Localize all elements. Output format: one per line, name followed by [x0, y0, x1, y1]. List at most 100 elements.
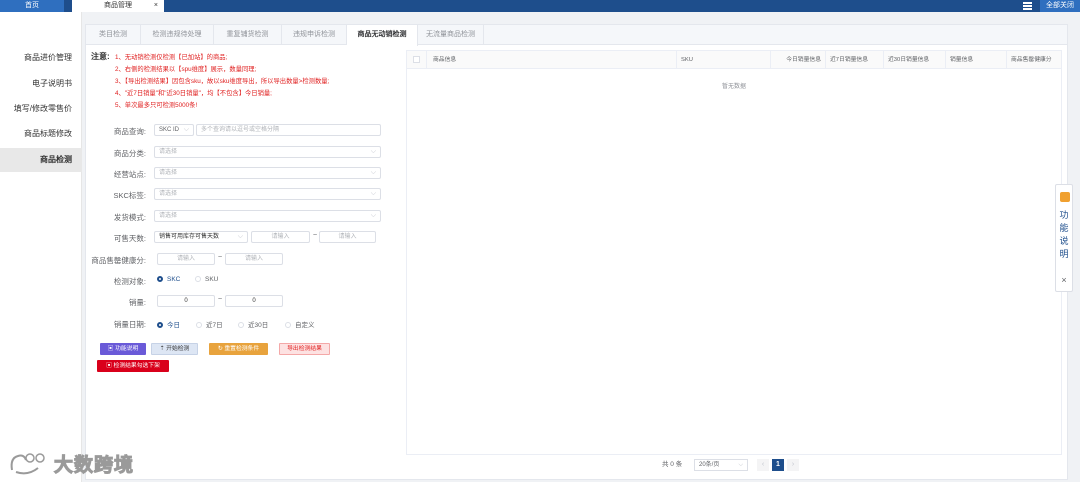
health-max-input[interactable]: 请输入 — [225, 253, 283, 265]
help-button-label: 功能说明 — [115, 346, 139, 352]
sidebar-item-purchase-price[interactable]: 商品进价管理 — [0, 46, 82, 70]
prev-page-button[interactable]: ‹ — [757, 459, 769, 471]
help-icon: ▣ — [107, 346, 114, 352]
site-placeholder: 请选择 — [159, 170, 178, 176]
next-page-button[interactable]: › — [787, 459, 799, 471]
radio-sku-label: SKU — [205, 276, 219, 283]
sales-max-input[interactable]: 0 — [225, 295, 283, 307]
help-button[interactable]: ▣ 功能说明 — [100, 343, 146, 355]
col-health-score: 商品售罄健康分 — [1011, 57, 1052, 63]
page-1-button[interactable]: 1 — [772, 459, 784, 471]
category-label: 商品分类: — [113, 149, 146, 158]
start-icon: ⇡ — [159, 346, 165, 352]
watermark: 大数跨境 — [8, 450, 134, 477]
note-2: 2、右侧的检测结果以【spu维度】展示，数量同理; — [115, 66, 257, 73]
reset-button[interactable]: ↻ 重置检测条件 — [209, 343, 268, 355]
radio-7d[interactable]: 近7日 — [196, 319, 223, 329]
close-icon[interactable]: × — [1056, 275, 1072, 285]
tab-no-traffic-check[interactable]: 无流量商品检测 — [418, 25, 484, 45]
radio-today[interactable]: 今日 — [157, 319, 180, 329]
radio-30d-label: 近30日 — [248, 322, 269, 329]
ship-mode-select[interactable]: 请选择 ⌵ — [154, 210, 381, 222]
top-bar: 首页 商品管理 × 全部关闭 — [0, 0, 1080, 12]
main-panel: 类目检测 检测违规待处理 重复铺货检测 违规申诉检测 商品无动销检测 无流量商品… — [85, 24, 1068, 480]
watermark-text: 大数跨境 — [53, 455, 135, 477]
site-label: 经营站点: — [113, 170, 146, 179]
sidebar-item-retail-price[interactable]: 填写/修改零售价 — [0, 97, 82, 121]
list-icon[interactable] — [1023, 2, 1032, 10]
days-min-input[interactable]: 请输入 — [251, 231, 310, 243]
date-label: 销量日期: — [113, 320, 146, 329]
days-max-input[interactable]: 请输入 — [319, 231, 376, 243]
close-tab-icon[interactable]: × — [154, 0, 158, 12]
select-all-cell — [407, 51, 427, 69]
radio-skc-label: SKC — [167, 276, 181, 283]
radio-dot — [195, 276, 201, 282]
col-30d-sales: 近30日销量信息 — [884, 51, 946, 69]
category-select[interactable]: 请选择 ⌵ — [154, 146, 381, 158]
days-type-select[interactable]: 销售可用库存可售天数 ⌵ — [154, 231, 248, 243]
category-placeholder: 请选择 — [159, 149, 178, 155]
col-product-info: 商品信息 — [427, 51, 677, 69]
tab-no-sales-check[interactable]: 商品无动销检测 — [347, 25, 418, 46]
chevron-down-icon: ⌵ — [370, 190, 376, 197]
radio-30d[interactable]: 近30日 — [238, 319, 268, 329]
delist-selected-button-label: 检测结果勾选下架 — [113, 363, 160, 369]
empty-state: 暂无数据 — [721, 84, 746, 90]
select-all-checkbox[interactable] — [413, 56, 420, 63]
chevron-down-icon: ⌵ — [370, 212, 376, 219]
tab-duplicate-listing[interactable]: 重复铺货检测 — [214, 25, 282, 45]
page-size-select[interactable]: 20条/页 ⌵ — [694, 459, 748, 471]
help-panel[interactable]: 功能说明 × — [1055, 184, 1073, 292]
health-min-input[interactable]: 请输入 — [157, 253, 215, 265]
radio-custom-label: 自定义 — [295, 322, 315, 329]
chevron-down-icon: ⌵ — [738, 462, 743, 468]
col-sku: SKU — [677, 51, 771, 69]
tab-appeal-check[interactable]: 违规申诉检测 — [282, 25, 347, 45]
sidebar: 商品进价管理 电子说明书 填写/修改零售价 商品标题修改 商品检测 — [0, 12, 82, 482]
delist-selected-button[interactable]: ▣ 检测结果勾选下架 — [97, 360, 169, 372]
help-panel-icon — [1060, 192, 1070, 202]
days-label: 可售天数: — [113, 234, 146, 243]
sales-min-input[interactable]: 0 — [157, 295, 215, 307]
site-select[interactable]: 请选择 ⌵ — [154, 167, 381, 179]
query-label: 商品查询: — [113, 127, 146, 136]
range-separator: ~ — [218, 254, 223, 261]
range-separator: ~ — [218, 296, 223, 303]
tab-home[interactable]: 首页 — [0, 0, 64, 12]
radio-7d-label: 近7日 — [206, 322, 223, 329]
start-check-button-label: 开始检测 — [166, 346, 190, 352]
table-header: 商品信息 SKU 今日销量信息 近7日销量信息 近30日销量信息 销量信息 商品… — [407, 51, 1061, 69]
health-score-label: 商品售罄健康分: — [91, 256, 146, 265]
tab-category-check[interactable]: 类目检测 — [86, 25, 141, 45]
radio-custom[interactable]: 自定义 — [285, 319, 315, 329]
query-input[interactable]: 多个查询请以逗号或空格分隔 — [196, 124, 381, 136]
radio-skc[interactable]: SKC — [157, 276, 180, 283]
days-type-value: 销售可用库存可售天数 — [159, 234, 220, 240]
sales-label: 销量: — [128, 298, 146, 307]
delist-icon: ▣ — [106, 363, 112, 369]
ship-mode-label: 发货模式: — [113, 213, 146, 222]
note-3: 3、【导出检测结果】因包含sku，故以sku维度导出，所以导出数量>检测数量; — [115, 78, 330, 85]
query-type-select[interactable]: SKC ID ⌵ — [154, 124, 194, 136]
range-separator: ~ — [313, 232, 318, 239]
note-4: 4、"近7日销量"和"近30日销量"，均【不包含】今日销量; — [115, 90, 272, 97]
reset-button-label: 重置检测条件 — [224, 346, 260, 352]
radio-sku[interactable]: SKU — [195, 276, 218, 283]
tab-product-management[interactable]: 商品管理 × — [72, 0, 164, 12]
query-type-value: SKC ID — [159, 127, 180, 133]
tab-violation-pending[interactable]: 检测违规待处理 — [141, 25, 214, 45]
radio-dot — [196, 322, 202, 328]
sidebar-item-e-manual[interactable]: 电子说明书 — [0, 72, 82, 96]
skc-tag-select[interactable]: 请选择 ⌵ — [154, 188, 381, 200]
col-today-sales: 今日销量信息 — [771, 51, 826, 69]
chevron-down-icon: ⌵ — [370, 169, 376, 176]
sub-tabs: 类目检测 检测违规待处理 重复铺货检测 违规申诉检测 商品无动销检测 无流量商品… — [86, 25, 1067, 46]
help-panel-text[interactable]: 功能说明 — [1056, 209, 1072, 261]
start-check-button[interactable]: ⇡ 开始检测 — [151, 343, 198, 355]
radio-dot — [157, 322, 163, 328]
close-all-button[interactable]: 全部关闭 — [1040, 0, 1080, 12]
note-5: 5、单次最多只可检测5000条! — [115, 102, 198, 109]
export-button[interactable]: 导出检测结果 — [279, 343, 330, 355]
skc-tag-label: SKC标签: — [113, 191, 146, 200]
